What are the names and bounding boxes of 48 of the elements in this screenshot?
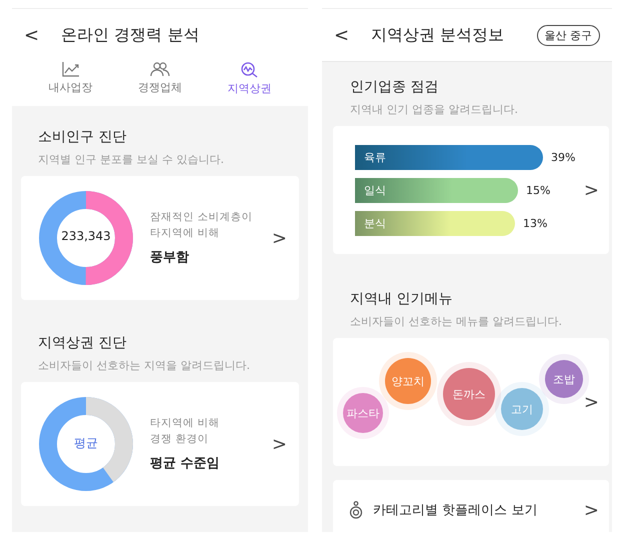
menu-card[interactable]: 파스타 양꼬치 돈까스 고기 조밥 >	[333, 338, 609, 466]
industry-card[interactable]: 육류 39% 일식 15% 분식 13% >	[333, 126, 609, 254]
summary-card[interactable]: 평균 타지역에 비해 경쟁 환경이 평균 수준임 >	[21, 382, 299, 506]
chevron-icon: >	[584, 180, 599, 200]
menu-bubble: 고기	[501, 388, 543, 430]
section-title: 지역상권 진단	[37, 334, 128, 352]
section-title: 지역내 인기메뉴	[349, 290, 454, 308]
description-text: 경쟁 환경이	[150, 432, 210, 446]
screen-title: 온라인 경쟁력 분석	[61, 24, 200, 46]
description-text: 타지역에 비해	[150, 416, 220, 430]
donut-center-value: 233,343	[60, 229, 112, 243]
industry-bar: 육류	[355, 144, 543, 170]
pin-icon	[349, 501, 363, 519]
menu-bubble: 조밥	[545, 360, 583, 398]
industry-bar: 일식	[355, 178, 518, 202]
section-subtitle: 소비자들이 선호하는 메뉴를 알려드립니다.	[349, 314, 563, 329]
result-text: 풍부함	[150, 249, 190, 266]
section-title: 소비인구 진단	[37, 128, 128, 146]
menu-bubble: 파스타	[343, 393, 383, 433]
tab[interactable]: 지역상권	[227, 61, 272, 96]
people-icon	[150, 61, 170, 77]
back-button[interactable]: <	[24, 24, 40, 46]
percentage-text: 15%	[526, 184, 550, 196]
section-subtitle: 지역내 인기 업종을 알려드립니다.	[349, 102, 519, 117]
industry-bar: 분식	[355, 210, 515, 236]
section-subtitle: 지역별 인구 분포를 보실 수 있습니다.	[37, 152, 225, 167]
line-chart-icon	[62, 61, 80, 77]
percentage-text: 39%	[551, 150, 576, 164]
summary-card[interactable]: 233,343 잠재적인 소비계층이 타지역에 비해 풍부함 >	[21, 176, 299, 300]
region-chip[interactable]: 울산 중구	[536, 24, 600, 46]
chevron-icon: >	[584, 392, 599, 412]
back-button[interactable]: <	[334, 24, 350, 46]
description-text: 잠재적인 소비계층이	[150, 210, 254, 224]
section-subtitle: 소비자들이 선호하는 지역을 알려드립니다.	[37, 358, 251, 373]
screen-title: 지역상권 분석정보	[371, 24, 506, 46]
menu-bubble: 돈까스	[443, 368, 495, 420]
description-text: 타지역에 비해	[150, 226, 220, 240]
chevron-icon: >	[272, 434, 287, 454]
section-title: 인기업종 점검	[349, 78, 440, 96]
donut-center-value: 평균	[73, 435, 99, 452]
chevron-icon: >	[272, 228, 287, 248]
tab[interactable]: 경쟁업체	[138, 61, 182, 96]
search-chart-icon	[240, 61, 258, 78]
result-text: 평균 수준임	[150, 455, 221, 472]
chevron-icon: >	[584, 500, 599, 520]
menu-bubble: 양꼬치	[385, 358, 431, 404]
tab[interactable]: 내사업장	[48, 61, 93, 96]
percentage-text: 13%	[523, 216, 548, 230]
